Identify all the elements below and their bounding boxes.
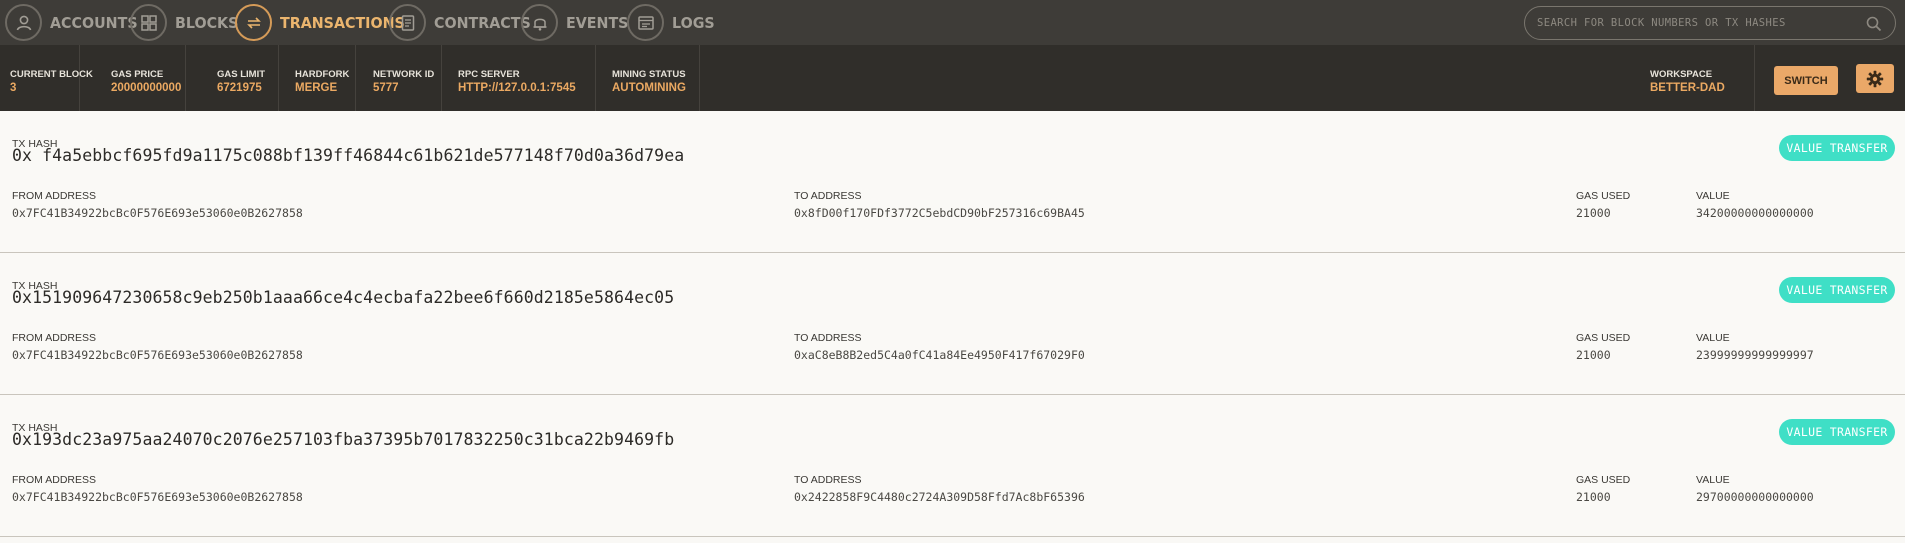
nav-blocks-label: BLOCKS xyxy=(175,13,239,32)
to-address-label: TO ADDRESS xyxy=(794,332,862,344)
account-icon xyxy=(5,4,42,41)
tx-row[interactable]: TX HASH 0x f4a5ebbcf695fd9a1175c088bf139… xyxy=(0,111,1905,253)
top-nav: ACCOUNTS BLOCKS TRANSACTIONS CONTRACTS E… xyxy=(0,0,1905,45)
to-address: 0xaC8eB8B2ed5C4a0fC41a84Ee4950F417f67029… xyxy=(794,348,1085,362)
gas-used: 21000 xyxy=(1576,348,1611,362)
stat-label: NETWORK ID xyxy=(373,69,435,80)
nav-blocks[interactable]: BLOCKS xyxy=(130,4,244,41)
stat-workspace: WORKSPACE BETTER-DAD xyxy=(1640,45,1755,111)
to-address: 0x2422858F9C4480c2724A309D58Ffd7Ac8bF653… xyxy=(794,490,1085,504)
stat-gas-limit: GAS LIMIT 6721975 xyxy=(207,45,279,111)
stat-value: 3 xyxy=(10,82,17,94)
nav-events-label: EVENTS xyxy=(566,13,629,32)
stat-label: GAS PRICE xyxy=(111,69,164,80)
from-address-label: FROM ADDRESS xyxy=(12,474,97,486)
nav-accounts[interactable]: ACCOUNTS xyxy=(5,4,145,41)
nav-transactions-label: TRANSACTIONS xyxy=(280,13,405,32)
stat-value: MERGE xyxy=(295,82,338,94)
search-input[interactable] xyxy=(1537,7,1857,39)
gas-used-label: GAS USED xyxy=(1576,190,1631,202)
stat-label: MINING STATUS xyxy=(612,69,686,80)
stat-gas-price: GAS PRICE 20000000000 xyxy=(101,45,186,111)
nav-contracts[interactable]: CONTRACTS xyxy=(389,4,539,41)
nav-logs-label: LOGS xyxy=(672,13,715,32)
value-label: VALUE xyxy=(1696,474,1730,486)
value-label: VALUE xyxy=(1696,190,1730,202)
stat-label: GAS LIMIT xyxy=(217,69,266,80)
value-transfer-badge: VALUE TRANSFER xyxy=(1779,419,1895,445)
tx-hash: 0x193dc23a975aa24070c2076e257103fba37395… xyxy=(12,430,675,449)
gear-icon xyxy=(1866,70,1884,87)
from-address: 0x7FC41B34922bcBc0F576E693e53060e0B26278… xyxy=(12,490,303,504)
stat-label: WORKSPACE xyxy=(1650,69,1713,80)
from-address-label: FROM ADDRESS xyxy=(12,190,97,202)
stat-value: AUTOMINING xyxy=(612,82,686,94)
from-address: 0x7FC41B34922bcBc0F576E693e53060e0B26278… xyxy=(12,206,303,220)
nav-logs[interactable]: LOGS xyxy=(627,4,718,41)
tx-hash: 0x f4a5ebbcf695fd9a1175c088bf139ff46844c… xyxy=(12,146,685,165)
nav-events[interactable]: EVENTS xyxy=(521,4,634,41)
stat-value: BETTER-DAD xyxy=(1650,82,1725,94)
stat-label: HARDFORK xyxy=(295,69,350,80)
stat-value: 5777 xyxy=(373,82,399,94)
gas-used: 21000 xyxy=(1576,206,1611,220)
stat-hardfork: HARDFORK MERGE xyxy=(285,45,356,111)
tx-row[interactable]: TX HASH 0x193dc23a975aa24070c2076e257103… xyxy=(0,395,1905,537)
value-transfer-badge: VALUE TRANSFER xyxy=(1779,277,1895,303)
nav-contracts-label: CONTRACTS xyxy=(434,13,531,32)
bell-icon xyxy=(521,4,558,41)
gas-used-label: GAS USED xyxy=(1576,332,1631,344)
value-label: VALUE xyxy=(1696,332,1730,344)
stat-value: HTTP://127.0.0.1:7545 xyxy=(458,82,576,94)
stat-label: RPC SERVER xyxy=(458,69,520,80)
search-box xyxy=(1524,6,1896,40)
stat-current-block: CURRENT BLOCK 3 xyxy=(0,45,93,111)
from-address-label: FROM ADDRESS xyxy=(12,332,97,344)
search-icon[interactable] xyxy=(1865,15,1883,33)
value-transfer-badge: VALUE TRANSFER xyxy=(1779,135,1895,161)
gas-used: 21000 xyxy=(1576,490,1611,504)
tx-row[interactable]: TX HASH 0x151909647230658c9eb250b1aaa66c… xyxy=(0,253,1905,395)
to-address-label: TO ADDRESS xyxy=(794,190,862,202)
blocks-icon xyxy=(130,4,167,41)
logs-icon xyxy=(627,4,664,41)
settings-button[interactable] xyxy=(1856,64,1894,93)
contracts-icon xyxy=(389,4,426,41)
to-address: 0x8fD00f170FDf3772C5ebdCD90bF257316c69BA… xyxy=(794,206,1085,220)
stat-label: CURRENT BLOCK xyxy=(10,69,93,80)
stat-rpc-server: RPC SERVER HTTP://127.0.0.1:7545 xyxy=(448,45,596,111)
tx-hash: 0x151909647230658c9eb250b1aaa66ce4c4ecba… xyxy=(12,288,675,307)
value: 34200000000000000 xyxy=(1696,206,1814,220)
stat-network-id: NETWORK ID 5777 xyxy=(363,45,442,111)
value: 23999999999999997 xyxy=(1696,348,1814,362)
stat-value: 6721975 xyxy=(217,82,262,94)
stat-value: 20000000000 xyxy=(111,82,182,94)
switch-workspace-button[interactable]: SWITCH xyxy=(1774,66,1838,95)
status-bar: CURRENT BLOCK 3 GAS PRICE 20000000000 GA… xyxy=(0,45,1905,111)
nav-accounts-label: ACCOUNTS xyxy=(50,13,138,32)
from-address: 0x7FC41B34922bcBc0F576E693e53060e0B26278… xyxy=(12,348,303,362)
stat-mining-status: MINING STATUS AUTOMINING xyxy=(602,45,700,111)
to-address-label: TO ADDRESS xyxy=(794,474,862,486)
value: 29700000000000000 xyxy=(1696,490,1814,504)
gas-used-label: GAS USED xyxy=(1576,474,1631,486)
transactions-icon xyxy=(235,4,272,41)
